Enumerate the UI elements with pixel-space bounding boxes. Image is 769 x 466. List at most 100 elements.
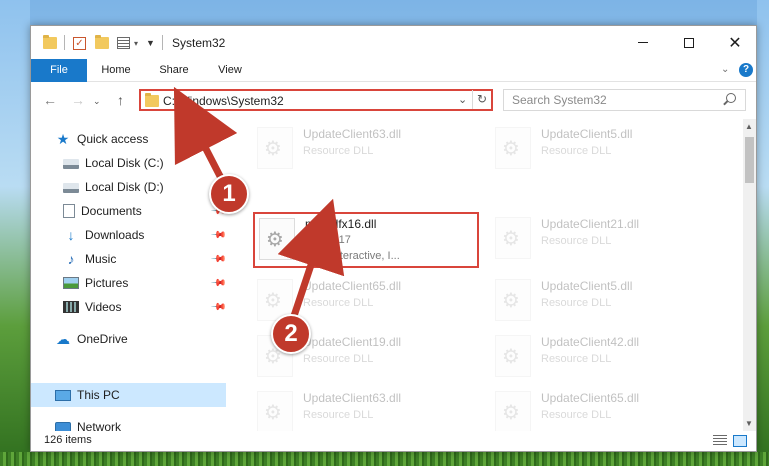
file-item-mm3dfx16[interactable]: mm3dfx16.dll 4.10.1.17 3Dfx Interactive,… xyxy=(253,212,479,268)
sidebar-item-pictures[interactable]: Pictures 📌 xyxy=(31,271,227,295)
address-dropdown-icon[interactable]: ⌄ xyxy=(458,93,467,106)
file-company: 3Dfx Interactive, I... xyxy=(305,250,400,262)
file-type: Resource DLL xyxy=(303,145,374,157)
navigation-pane: ★ Quick access Local Disk (C:) Local Dis… xyxy=(31,119,227,434)
file-type: Resource DLL xyxy=(541,297,612,309)
file-type: Resource DLL xyxy=(541,235,612,247)
vertical-scrollbar[interactable]: ▲ ▼ xyxy=(743,119,756,431)
file-item[interactable]: UpdateClient5.dll Resource DLL xyxy=(491,277,711,327)
scroll-up-icon[interactable]: ▲ xyxy=(745,122,753,131)
file-name: UpdateClient5.dll xyxy=(541,279,633,293)
video-icon xyxy=(63,301,79,313)
computer-icon xyxy=(55,389,71,401)
minimize-icon xyxy=(638,42,648,43)
file-name: UpdateClient65.dll xyxy=(541,391,640,405)
close-button[interactable]: ✕ xyxy=(712,26,758,59)
maximize-button[interactable] xyxy=(666,26,712,59)
file-item[interactable]: UpdateClient63.dll Resource DLL xyxy=(253,125,473,175)
properties-icon[interactable] xyxy=(117,35,130,51)
tab-file[interactable]: File xyxy=(31,59,87,82)
document-icon xyxy=(63,204,75,218)
dll-file-icon xyxy=(259,218,295,260)
tab-view[interactable]: View xyxy=(206,59,254,82)
sidebar-item-downloads[interactable]: ↓ Downloads 📌 xyxy=(31,223,227,247)
file-name: UpdateClient65.dll xyxy=(303,279,402,293)
search-placeholder: Search System32 xyxy=(512,93,607,107)
sidebar-item-videos[interactable]: Videos 📌 xyxy=(31,295,227,319)
up-button[interactable]: ↑ xyxy=(117,92,124,108)
expand-ribbon-icon[interactable]: ⌄ xyxy=(721,64,729,75)
file-item[interactable]: UpdateClient42.dll Resource DLL xyxy=(491,333,711,383)
sidebar-item-local-disk-d[interactable]: Local Disk (D:) xyxy=(31,175,226,199)
sidebar-item-local-disk-c[interactable]: Local Disk (C:) xyxy=(31,151,226,175)
ribbon-tabs: File Home Share View ⌄ ? xyxy=(31,59,756,82)
pin-icon[interactable]: 📌 xyxy=(210,227,227,244)
pin-icon[interactable]: 📌 xyxy=(210,251,227,268)
maximize-icon xyxy=(684,37,694,48)
file-type: Resource DLL xyxy=(541,409,612,421)
refresh-icon[interactable]: ↻ xyxy=(472,90,491,109)
sidebar-item-label: Local Disk (D:) xyxy=(85,180,164,194)
file-type: Resource DLL xyxy=(303,297,374,309)
pin-icon[interactable]: 📌 xyxy=(210,275,227,292)
background-right xyxy=(757,0,769,466)
pictures-icon xyxy=(63,277,79,289)
file-type: Resource DLL xyxy=(303,409,374,421)
dll-file-icon xyxy=(257,391,293,431)
sidebar-item-onedrive[interactable]: ☁ OneDrive xyxy=(31,327,226,351)
dll-file-icon xyxy=(257,127,293,169)
sidebar-item-documents[interactable]: Documents 📌 xyxy=(31,199,227,223)
file-item[interactable]: UpdateClient5.dll Resource DLL xyxy=(491,125,711,175)
address-bar[interactable]: C:\Windows\System32 ⌄ ↻ xyxy=(139,89,493,111)
scrollbar-thumb[interactable] xyxy=(745,137,754,183)
pin-icon[interactable]: 📌 xyxy=(210,299,227,316)
file-item[interactable]: UpdateClient21.dll Resource DLL xyxy=(491,215,711,265)
item-count: 126 items xyxy=(44,434,92,446)
background-grass xyxy=(0,452,769,466)
tiles-view-icon[interactable] xyxy=(733,435,747,447)
dll-file-icon xyxy=(495,217,531,259)
file-type: Resource DLL xyxy=(541,353,612,365)
qa-separator xyxy=(64,35,65,50)
properties-check-icon[interactable]: ✓ xyxy=(73,35,86,51)
help-icon[interactable]: ? xyxy=(739,63,753,77)
sidebar-item-label: Downloads xyxy=(85,228,145,242)
minimize-button[interactable] xyxy=(620,26,666,59)
address-path: C:\Windows\System32 xyxy=(163,94,284,108)
sidebar-item-label: This PC xyxy=(77,388,120,402)
sidebar-item-music[interactable]: ♪ Music 📌 xyxy=(31,247,227,271)
step-1-badge: 1 xyxy=(209,174,249,214)
tab-home[interactable]: Home xyxy=(91,59,141,82)
background-left xyxy=(0,0,30,466)
title-separator xyxy=(162,35,163,50)
title-bar: ✓ ▾ ▼ System32 ✕ xyxy=(31,26,756,59)
file-item[interactable]: UpdateClient65.dll Resource DLL xyxy=(491,389,711,431)
file-type: Resource DLL xyxy=(541,145,612,157)
file-name: mm3dfx16.dll xyxy=(305,217,377,231)
new-folder-icon[interactable] xyxy=(95,35,109,51)
sidebar-item-label: Quick access xyxy=(77,132,149,146)
star-icon: ★ xyxy=(56,131,70,147)
sidebar-item-label: Music xyxy=(85,252,117,266)
customize-chevron-icon[interactable]: ▾ xyxy=(134,35,138,51)
scroll-down-icon[interactable]: ▼ xyxy=(745,419,753,428)
forward-button[interactable]: → xyxy=(71,92,85,108)
search-icon xyxy=(726,93,736,103)
qa-dropdown-icon[interactable]: ▼ xyxy=(146,35,155,51)
details-view-icon[interactable] xyxy=(713,435,727,447)
file-name: UpdateClient5.dll xyxy=(541,127,633,141)
back-button[interactable]: ← xyxy=(43,92,57,108)
search-input[interactable]: Search System32 xyxy=(503,89,746,111)
file-item[interactable]: UpdateClient63.dll Resource DLL xyxy=(253,389,473,431)
folder-icon xyxy=(43,35,57,51)
file-name: UpdateClient63.dll xyxy=(303,127,402,141)
tab-share[interactable]: Share xyxy=(149,59,199,82)
sidebar-item-quick-access[interactable]: ★ Quick access xyxy=(31,127,226,151)
download-icon: ↓ xyxy=(67,227,75,243)
sidebar-item-this-pc[interactable]: This PC xyxy=(31,383,226,407)
file-list: UpdateClient63.dll Resource DLL mm3dfx16… xyxy=(227,119,743,431)
recent-dropdown-icon[interactable]: ⌄ xyxy=(93,96,101,107)
sidebar-item-label: OneDrive xyxy=(77,332,128,346)
sidebar-item-label: Pictures xyxy=(85,276,129,290)
address-folder-icon xyxy=(145,93,159,107)
